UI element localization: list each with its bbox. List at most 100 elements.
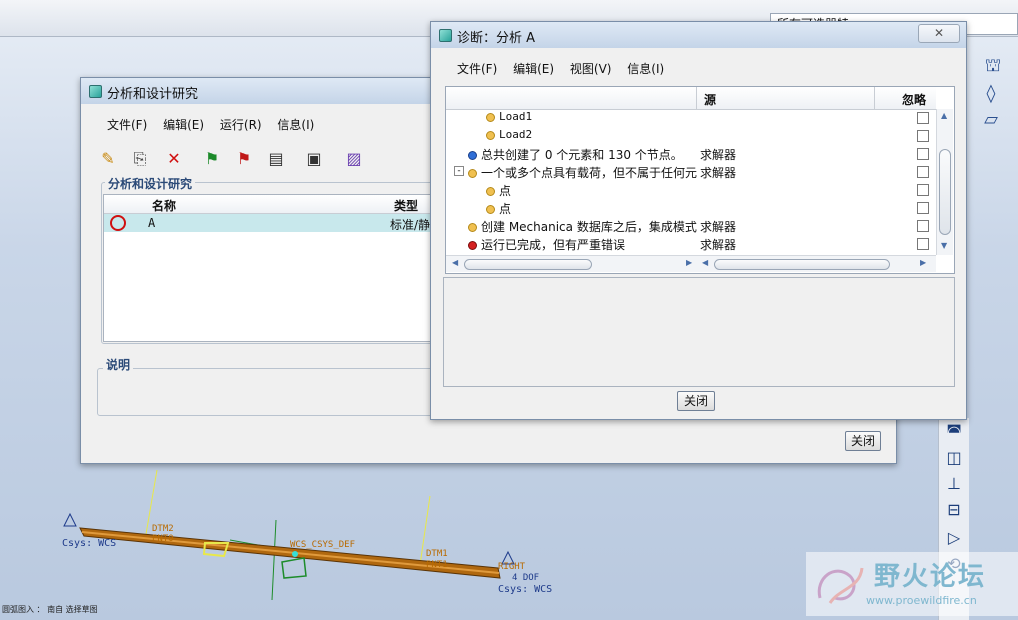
- row-source: 求解器: [700, 238, 737, 252]
- analysis-title: 分析和设计研究: [107, 87, 199, 102]
- list-item[interactable]: - 一个或多个点具有载荷，但不属于任何元 求解器: [446, 163, 936, 181]
- shell-icon[interactable]: ◚: [943, 422, 965, 442]
- right-label: RIGHT: [498, 562, 526, 572]
- right-toolbar: ⛫ ◊ ▱: [968, 48, 1018, 278]
- list-item[interactable]: Load1: [446, 109, 936, 127]
- row-text: 点: [499, 202, 512, 216]
- status-icon[interactable]: ▤: [265, 148, 287, 170]
- error-dot-icon: [468, 241, 477, 250]
- col-name[interactable]: 名称: [152, 197, 176, 214]
- study-type: 标准/静: [390, 218, 431, 232]
- scroll-thumb[interactable]: [714, 259, 890, 270]
- copy-icon[interactable]: ⎘: [129, 148, 151, 170]
- pnt1-label: PNT1: [426, 560, 448, 570]
- diagnostics-title: 诊断：分析 A: [457, 31, 536, 46]
- collapse-icon[interactable]: -: [454, 166, 464, 176]
- model-canvas[interactable]: [0, 440, 940, 620]
- status-line: 圆弧图入 ： 南自 选择草图: [2, 605, 98, 614]
- forum-watermark: 野火论坛 www.proewildfire.cn: [806, 552, 1018, 616]
- horizontal-scrollbar[interactable]: ◀ ▶ ◀ ▶: [446, 255, 936, 272]
- list-item[interactable]: 总共创建了 0 个元素和 130 个节点。 求解器: [446, 145, 936, 163]
- list-item[interactable]: Load2: [446, 127, 936, 145]
- diagnostics-rows: Load1 Load2 总共创建了 0 个元素和 130 个节点。 求解器 - …: [446, 109, 936, 255]
- row-text: 点: [499, 184, 512, 198]
- study-name: A: [148, 216, 156, 230]
- scroll-right-icon[interactable]: ▶: [920, 258, 926, 267]
- ignore-checkbox[interactable]: [917, 220, 929, 232]
- delete-icon[interactable]: ✕: [163, 148, 185, 170]
- watermark-title: 野火论坛: [874, 562, 987, 592]
- flag-icon[interactable]: ▷: [943, 528, 965, 548]
- scroll-right-icon[interactable]: ▶: [686, 258, 692, 267]
- menu-info[interactable]: 信息(I): [277, 116, 314, 133]
- col-source[interactable]: 源: [704, 91, 716, 108]
- stop-run-icon[interactable]: ⚑: [233, 148, 255, 170]
- start-run-icon[interactable]: ⚑: [201, 148, 223, 170]
- review-results-icon[interactable]: ▨: [343, 148, 365, 170]
- vertical-scrollbar[interactable]: ▲ ▼: [936, 109, 953, 255]
- ignore-checkbox[interactable]: [917, 238, 929, 250]
- menu-file[interactable]: 文件(F): [457, 60, 497, 77]
- menu-edit[interactable]: 编辑(E): [163, 116, 204, 133]
- diagnostics-list-header: 源 忽略: [446, 87, 936, 110]
- col-type[interactable]: 类型: [394, 197, 418, 214]
- info-dot-icon: [486, 112, 495, 122]
- surface-icon[interactable]: ◊: [980, 84, 1002, 104]
- scroll-down-icon[interactable]: ▼: [941, 241, 947, 250]
- app-icon: [89, 85, 102, 98]
- window-close-icon[interactable]: ✕: [918, 24, 960, 43]
- description-title: 说明: [103, 356, 134, 373]
- close-button[interactable]: 关闭: [845, 431, 881, 451]
- diagnostics-list: 源 忽略 Load1 Load2 总共创建了 0 个元素和 130 个节点。 求…: [445, 86, 955, 274]
- rib-icon[interactable]: ◫: [943, 448, 965, 468]
- analysis-menubar: 文件(F) 编辑(E) 运行(R) 信息(I): [107, 116, 326, 136]
- row-text: 一个或多个点具有载荷，但不属于任何元: [481, 166, 698, 180]
- ignore-checkbox[interactable]: [917, 166, 929, 178]
- info-dot-icon: [486, 130, 495, 140]
- mold-icon[interactable]: ⊟: [943, 500, 965, 520]
- scroll-thumb[interactable]: [939, 149, 951, 235]
- menu-run[interactable]: 运行(R): [220, 116, 262, 133]
- info-dot-icon: [486, 205, 495, 214]
- list-item[interactable]: 点: [446, 199, 936, 217]
- list-item[interactable]: 创建 Mechanica 数据库之后，集成模式 求解器: [446, 217, 936, 235]
- ignore-checkbox[interactable]: [917, 130, 929, 142]
- diagnostics-close-button[interactable]: 关闭: [677, 391, 715, 411]
- box-icon[interactable]: ▱: [980, 110, 1002, 130]
- list-item[interactable]: 点: [446, 181, 936, 199]
- row-text: 创建 Mechanica 数据库之后，集成模式: [481, 220, 697, 234]
- scroll-up-icon[interactable]: ▲: [941, 111, 947, 120]
- ignore-checkbox[interactable]: [917, 112, 929, 124]
- info-dot-icon: [468, 223, 477, 232]
- table-row[interactable]: A 标准/静: [104, 214, 440, 232]
- col-ignore[interactable]: 忽略: [902, 91, 926, 108]
- analysis-toolbar: ✎ ⎘ ✕ ⚑ ⚑ ▤ ▣ ▨: [91, 140, 376, 176]
- extrude-icon[interactable]: ⛫: [982, 56, 1004, 76]
- row-text: Load1: [499, 110, 533, 123]
- app-icon: [439, 29, 452, 42]
- menu-view[interactable]: 视图(V): [570, 60, 612, 77]
- watermark-url: www.proewildfire.cn: [866, 594, 977, 607]
- diagnostics-menubar: 文件(F) 编辑(E) 视图(V) 信息(I): [457, 60, 676, 80]
- pencil-icon[interactable]: ✎: [97, 148, 119, 170]
- diagnostics-titlebar[interactable]: 诊断：分析 A ✕: [431, 22, 966, 48]
- scroll-left-icon[interactable]: ◀: [702, 258, 708, 267]
- ignore-checkbox[interactable]: [917, 202, 929, 214]
- description-group: [97, 368, 439, 416]
- ignore-checkbox[interactable]: [917, 148, 929, 160]
- menu-info[interactable]: 信息(I): [627, 60, 664, 77]
- menu-edit[interactable]: 编辑(E): [513, 60, 554, 77]
- row-text: 总共创建了 0 个元素和 130 个节点。: [481, 148, 683, 162]
- menu-file[interactable]: 文件(F): [107, 116, 147, 133]
- results-icon[interactable]: ▣: [303, 148, 325, 170]
- draft-icon[interactable]: ⊥: [943, 474, 965, 494]
- forum-logo: [817, 567, 864, 604]
- row-text: 运行已完成，但有严重错误: [481, 238, 626, 252]
- ignore-checkbox[interactable]: [917, 184, 929, 196]
- dtm2-label: DTM2: [152, 524, 174, 534]
- pnt0-label: PNT0: [152, 534, 174, 544]
- list-item[interactable]: 运行已完成，但有严重错误 求解器: [446, 235, 936, 253]
- row-text: Load2: [499, 128, 533, 141]
- scroll-left-icon[interactable]: ◀: [452, 258, 458, 267]
- scroll-thumb[interactable]: [464, 259, 592, 270]
